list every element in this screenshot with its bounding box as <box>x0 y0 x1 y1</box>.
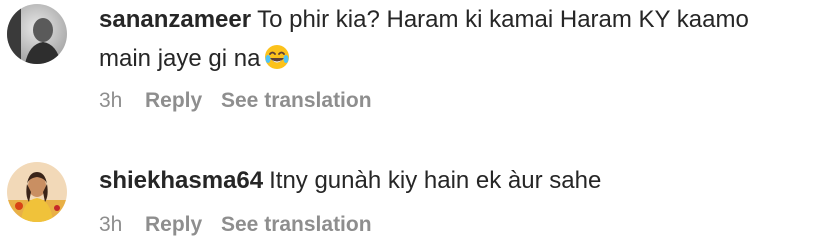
comment-body: shiekhasma64 Itny gunàh kiy hain ek àur s… <box>99 161 799 200</box>
avatar[interactable] <box>7 4 67 64</box>
comment-username[interactable]: sananzameer <box>99 6 251 33</box>
reply-button[interactable]: Reply <box>145 213 221 237</box>
see-translation-button[interactable]: See translation <box>221 89 372 113</box>
comment-item: shiekhasma64 Itny gunàh kiy hain ek àur s… <box>0 145 813 247</box>
face-with-tears-of-joy-icon <box>264 43 290 82</box>
comment-actions: 3h Reply See translation <box>99 213 372 237</box>
comment-text: Itny gunàh kiy hain ek àur sahe <box>269 167 602 194</box>
comment-username[interactable]: shiekhasma64 <box>99 167 263 194</box>
avatar-image <box>7 4 67 64</box>
comment-item: sananzameer To phir kia? Haram ki kamai H… <box>0 0 813 130</box>
reply-button[interactable]: Reply <box>145 89 221 113</box>
avatar[interactable] <box>7 162 67 222</box>
comment-actions: 3h Reply See translation <box>99 89 372 113</box>
comment-timestamp: 3h <box>99 89 123 112</box>
see-translation-button[interactable]: See translation <box>221 213 372 237</box>
comment-timestamp: 3h <box>99 213 123 236</box>
comment-body: sananzameer To phir kia? Haram ki kamai H… <box>99 0 799 82</box>
avatar-image <box>7 162 67 222</box>
